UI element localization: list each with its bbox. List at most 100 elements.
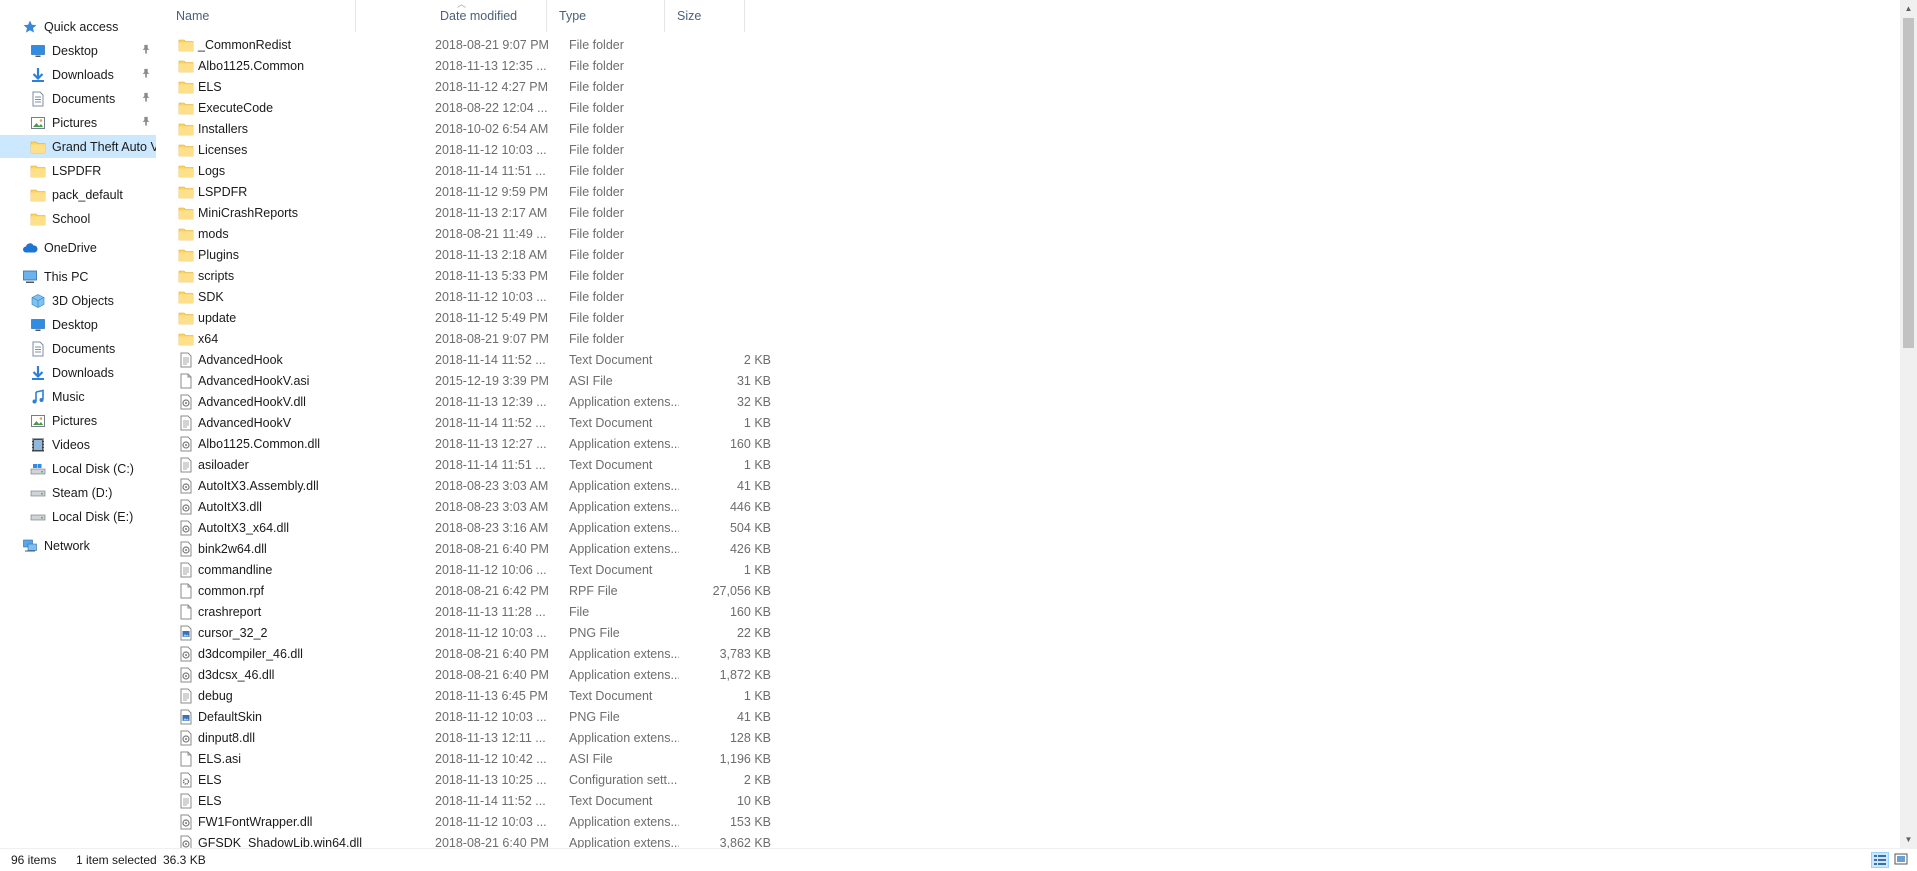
nav-item-pack-default[interactable]: pack_default [0,183,156,206]
file-row[interactable]: ExecuteCode 2018-08-22 12:04 ... File fold… [176,97,916,118]
nav-item-local-disk-c[interactable]: Local Disk (C:) [0,457,156,480]
file-row[interactable]: scripts 2018-11-13 5:33 PM File folder [176,265,916,286]
nav-item-grand-theft-auto-v[interactable]: Grand Theft Auto V [0,135,156,158]
column-header-type[interactable]: Type [547,0,665,32]
nav-item-desktop[interactable]: Desktop [0,313,156,336]
nav-item-desktop[interactable]: Desktop [0,39,156,62]
file-size: 1 KB [743,457,771,472]
scroll-up-icon[interactable]: ▲ [1900,0,1917,17]
file-row[interactable]: _CommonRedist 2018-08-21 9:07 PM File fold… [176,34,916,55]
file-type: ASI File [569,373,613,388]
nav-item-steam-d[interactable]: Steam (D:) [0,481,156,504]
pin-icon[interactable] [140,116,152,128]
file-type: Text Document [569,562,653,577]
file-type: Application extens... [569,541,679,556]
file-row[interactable]: AutoItX3.Assembly.dll 2018-08-23 3:03 AM A… [176,475,916,496]
nav-item-3d-objects[interactable]: 3D Objects [0,289,156,312]
nav-item-quick-access[interactable]: Quick access [0,15,156,38]
nav-item-pictures[interactable]: Pictures [0,111,156,134]
column-header-date[interactable]: Date modified [428,0,547,32]
nav-item-this-pc[interactable]: This PC [0,265,156,288]
file-row[interactable]: FW1FontWrapper.dll 2018-11-12 10:03 ... Ap… [176,811,916,832]
file-date: 2018-11-12 10:03 ... [435,142,547,157]
file-row[interactable]: common.rpf 2018-08-21 6:42 PM RPF File 27,0… [176,580,916,601]
pin-icon[interactable] [140,92,152,104]
file-row[interactable]: Licenses 2018-11-12 10:03 ... File folder [176,139,916,160]
file-row[interactable]: AutoItX3_x64.dll 2018-08-23 3:16 AM Applic… [176,517,916,538]
file-type: PNG File [569,709,620,724]
file-name: common.rpf [198,583,264,598]
file-row[interactable]: x64 2018-08-21 9:07 PM File folder [176,328,916,349]
file-row[interactable]: DefaultSkin 2018-11-12 10:03 ... PNG File 4… [176,706,916,727]
file-name-cell: AdvancedHookV.dll [176,394,426,410]
file-type: RPF File [569,583,618,598]
vertical-scrollbar[interactable]: ▲ ▼ [1900,0,1917,848]
nav-item-documents[interactable]: Documents [0,337,156,360]
file-row[interactable]: Logs 2018-11-14 11:51 ... File folder [176,160,916,181]
details-view-button[interactable] [1871,852,1889,868]
large-icons-view-button[interactable] [1893,852,1911,868]
nav-item-network[interactable]: Network [0,534,156,557]
folder-icon [178,268,194,284]
file-row[interactable]: Plugins 2018-11-13 2:18 AM File folder [176,244,916,265]
file-row[interactable]: ELS.asi 2018-11-12 10:42 ... ASI File 1,196… [176,748,916,769]
file-row[interactable]: MiniCrashReports 2018-11-13 2:17 AM File f… [176,202,916,223]
file-row[interactable]: ELS 2018-11-13 10:25 ... Configuration set… [176,769,916,790]
file-size: 22 KB [736,625,771,640]
file-row[interactable]: AdvancedHookV.asi 2015-12-19 3:39 PM ASI F… [176,370,916,391]
file-date: 2018-11-13 12:39 ... [435,394,547,409]
column-header-name[interactable]: Name [164,0,356,32]
file-name: d3dcompiler_46.dll [198,646,303,661]
file-date: 2018-08-23 3:03 AM [435,478,549,493]
file-size: 128 KB [729,730,771,745]
file-row[interactable]: Installers 2018-10-02 6:54 AM File folder [176,118,916,139]
file-row[interactable]: mods 2018-08-21 11:49 ... File folder [176,223,916,244]
pc-icon [22,269,38,285]
folder-icon [178,58,194,74]
file-row[interactable]: d3dcompiler_46.dll 2018-08-21 6:40 PM Appl… [176,643,916,664]
file-row[interactable]: debug 2018-11-13 6:45 PM Text Document 1 KB [176,685,916,706]
file-size: 446 KB [729,499,771,514]
pin-icon[interactable] [140,68,152,80]
file-row[interactable]: Albo1125.Common 2018-11-13 12:35 ... File … [176,55,916,76]
file-row[interactable]: ELS 2018-11-12 4:27 PM File folder [176,76,916,97]
file-row[interactable]: AdvancedHookV.dll 2018-11-13 12:39 ... App… [176,391,916,412]
file-list: Name ︿ Date modified Type Size _CommonRe… [164,0,1900,848]
file-row[interactable]: bink2w64.dll 2018-08-21 6:40 PM Applicatio… [176,538,916,559]
file-size: 504 KB [729,520,771,535]
nav-item-downloads[interactable]: Downloads [0,63,156,86]
file-row[interactable]: Albo1125.Common.dll 2018-11-13 12:27 ... A… [176,433,916,454]
pin-icon[interactable] [140,44,152,56]
file-row[interactable]: update 2018-11-12 5:49 PM File folder [176,307,916,328]
scrollbar-thumb[interactable] [1903,18,1914,348]
file-row[interactable]: AdvancedHook 2018-11-14 11:52 ... Text Doc… [176,349,916,370]
file-row[interactable]: SDK 2018-11-12 10:03 ... File folder [176,286,916,307]
file-row[interactable]: cursor_32_2 2018-11-12 10:03 ... PNG File 2… [176,622,916,643]
file-row[interactable]: ELS 2018-11-14 11:52 ... Text Document 10 K… [176,790,916,811]
file-row[interactable]: crashreport 2018-11-13 11:28 ... File 160 K… [176,601,916,622]
nav-item-label: pack_default [52,187,123,202]
file-row[interactable]: dinput8.dll 2018-11-13 12:11 ... Applicati… [176,727,916,748]
file-date: 2018-11-13 11:28 ... [435,604,546,619]
scroll-down-icon[interactable]: ▼ [1900,831,1917,848]
file-date: 2018-08-21 6:40 PM [435,646,549,661]
nav-item-downloads[interactable]: Downloads [0,361,156,384]
nav-item-school[interactable]: School [0,207,156,230]
folder-icon [178,100,194,116]
file-row[interactable]: LSPDFR 2018-11-12 9:59 PM File folder [176,181,916,202]
file-row[interactable]: GFSDK_ShadowLib.win64.dll 2018-08-21 6:40… [176,832,916,848]
nav-item-lspdfr[interactable]: LSPDFR [0,159,156,182]
file-type: Text Document [569,415,653,430]
nav-item-local-disk-e[interactable]: Local Disk (E:) [0,505,156,528]
nav-item-onedrive[interactable]: OneDrive [0,236,156,259]
file-row[interactable]: AdvancedHookV 2018-11-14 11:52 ... Text Do… [176,412,916,433]
nav-item-music[interactable]: Music [0,385,156,408]
nav-item-videos[interactable]: Videos [0,433,156,456]
nav-item-documents[interactable]: Documents [0,87,156,110]
file-row[interactable]: d3dcsx_46.dll 2018-08-21 6:40 PM Applicati… [176,664,916,685]
file-row[interactable]: asiloader 2018-11-14 11:51 ... Text Docume… [176,454,916,475]
nav-item-pictures[interactable]: Pictures [0,409,156,432]
file-row[interactable]: commandline 2018-11-12 10:06 ... Text Docu… [176,559,916,580]
file-row[interactable]: AutoItX3.dll 2018-08-23 3:03 AM Applicatio… [176,496,916,517]
column-header-size[interactable]: Size [665,0,745,32]
